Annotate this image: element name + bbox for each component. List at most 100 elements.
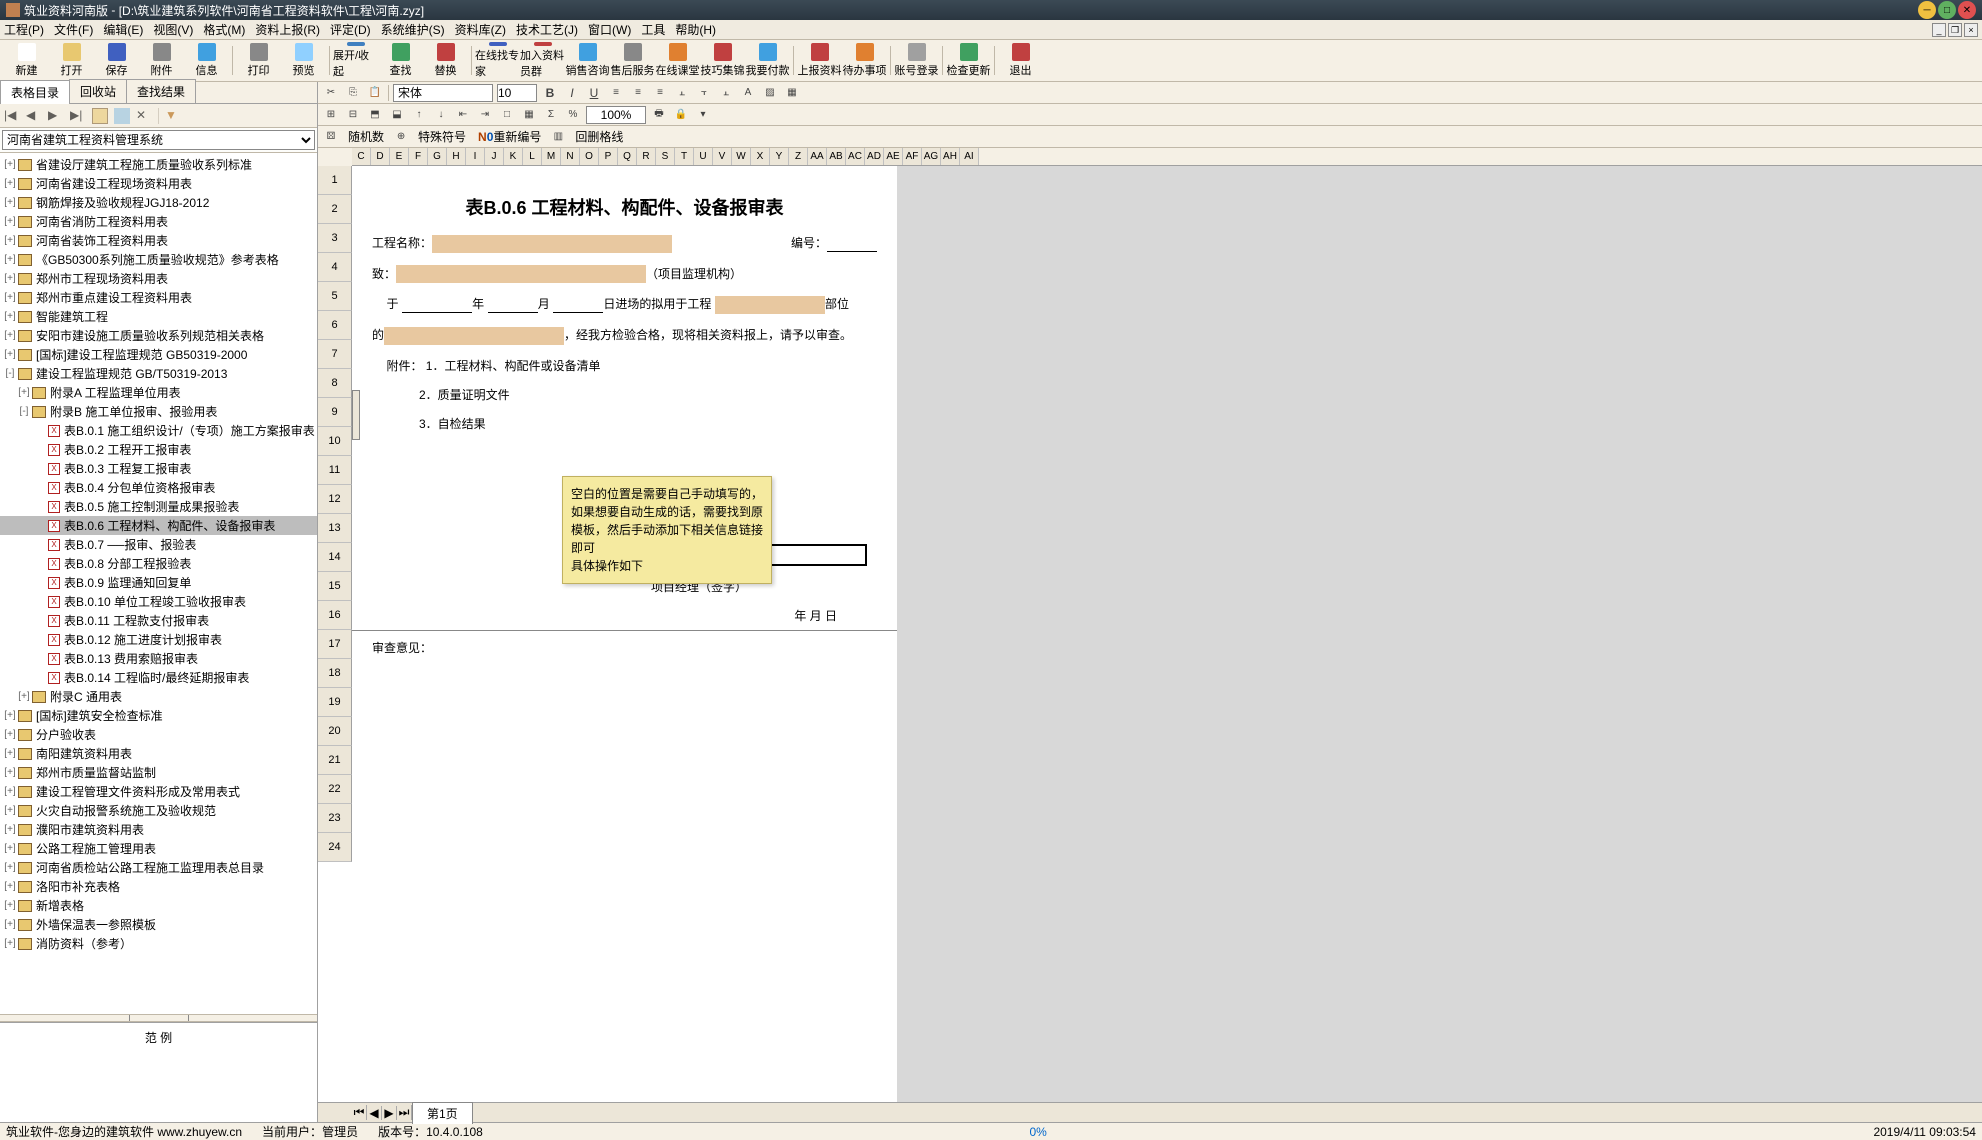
row-header[interactable]: 12 [318, 485, 352, 514]
tree-node[interactable]: [+]火灾自动报警系统施工及验收规范 [0, 801, 317, 820]
nav-first-icon[interactable]: |◀ [4, 108, 20, 124]
row-header[interactable]: 21 [318, 746, 352, 775]
col-header[interactable]: X [751, 148, 770, 165]
tree-twisty[interactable]: [+] [4, 862, 16, 873]
tree-node[interactable]: [+]河南省质检站公路工程施工监理用表总目录 [0, 858, 317, 877]
row-header[interactable]: 20 [318, 717, 352, 746]
col-header[interactable]: O [580, 148, 599, 165]
tree-twisty[interactable]: [+] [4, 729, 16, 740]
after-button[interactable]: 售后服务 [610, 42, 655, 79]
menu-item[interactable]: 技术工艺(J) [516, 23, 578, 37]
tree-node[interactable]: X表B.0.6 工程材料、构配件、设备报审表 [0, 516, 317, 535]
tree-node[interactable]: X表B.0.4 分包单位资格报审表 [0, 478, 317, 497]
maximize-button[interactable]: □ [1938, 1, 1956, 19]
random-button[interactable]: 随机数 [344, 128, 388, 145]
tree-node[interactable]: X表B.0.14 工程临时/最终延期报审表 [0, 668, 317, 687]
tree-node[interactable]: [+]安阳市建设施工质量验收系列规范相关表格 [0, 326, 317, 345]
expert-button[interactable]: 在线找专家 [475, 42, 520, 79]
copy-icon[interactable] [92, 108, 108, 124]
col-header[interactable]: U [694, 148, 713, 165]
tree-node[interactable]: [+]河南省装饰工程资料用表 [0, 231, 317, 250]
valign-mid-icon[interactable]: ⫟ [695, 84, 713, 102]
tree-twisty[interactable]: [+] [4, 178, 16, 189]
menu-item[interactable]: 资料库(Z) [455, 23, 506, 37]
renumber-button[interactable]: N0重新编号 [474, 128, 545, 145]
year-field[interactable] [402, 297, 472, 313]
tree-node[interactable]: [+]智能建筑工程 [0, 307, 317, 326]
col-header[interactable]: K [504, 148, 523, 165]
col-header[interactable]: H [447, 148, 466, 165]
print-icon[interactable]: 🖶 [650, 106, 668, 124]
collapse-handle[interactable] [352, 390, 360, 440]
tree-twisty[interactable]: [+] [4, 805, 16, 816]
tab-last[interactable]: ⏭ [397, 1105, 412, 1120]
row-header[interactable]: 6 [318, 311, 352, 340]
menu-item[interactable]: 视图(V) [153, 23, 193, 37]
row-header[interactable]: 15 [318, 572, 352, 601]
col-header[interactable]: AC [846, 148, 865, 165]
class-button[interactable]: 在线课堂 [655, 42, 700, 79]
number-field[interactable] [827, 236, 877, 252]
col-header[interactable]: AH [941, 148, 960, 165]
col-header[interactable]: Y [770, 148, 789, 165]
find-button[interactable]: 查找 [378, 42, 423, 79]
col-header[interactable]: AF [903, 148, 922, 165]
tree-node[interactable]: X表B.0.1 施工组织设计/（专项）施工方案报审表 [0, 421, 317, 440]
row-header[interactable]: 8 [318, 369, 352, 398]
tree-node[interactable]: [+]南阳建筑资料用表 [0, 744, 317, 763]
sheet-grid[interactable]: 123456789101112131415161718192021222324 … [318, 166, 1982, 1102]
side-tab[interactable]: 回收站 [69, 79, 127, 103]
col-header[interactable]: R [637, 148, 656, 165]
tree-node[interactable]: [+]洛阳市补充表格 [0, 877, 317, 896]
nav-prev-icon[interactable]: ◀ [26, 108, 42, 124]
menu-item[interactable]: 评定(D) [330, 23, 371, 37]
mdi-restore[interactable]: ❐ [1948, 23, 1962, 37]
tree-node[interactable]: X表B.0.12 施工进度计划报审表 [0, 630, 317, 649]
row-header[interactable]: 5 [318, 282, 352, 311]
tree-twisty[interactable]: [+] [4, 330, 16, 341]
col-header[interactable]: G [428, 148, 447, 165]
nav-next-icon[interactable]: ▶ [48, 108, 64, 124]
menu-item[interactable]: 文件(F) [54, 23, 93, 37]
tree-node[interactable]: [+]郑州市工程现场资料用表 [0, 269, 317, 288]
tree-node[interactable]: [+]省建设厅建筑工程施工质量验收系列标准 [0, 155, 317, 174]
col-header[interactable]: AI [960, 148, 979, 165]
tree-twisty[interactable]: [+] [4, 919, 16, 930]
row-header[interactable]: 4 [318, 253, 352, 282]
tree-twisty[interactable]: [+] [4, 843, 16, 854]
tree-node[interactable]: X表B.0.3 工程复工报审表 [0, 459, 317, 478]
col-header[interactable]: E [390, 148, 409, 165]
align-center-icon[interactable]: ≡ [629, 84, 647, 102]
page-tab-1[interactable]: 第1页 [412, 1102, 473, 1124]
col-header[interactable]: T [675, 148, 694, 165]
tree-node[interactable]: [+][国标]建筑安全检查标准 [0, 706, 317, 725]
font-size[interactable] [497, 84, 537, 102]
preview-button[interactable]: 预览 [281, 42, 326, 79]
tree-twisty[interactable]: [+] [4, 311, 16, 322]
valign-bot-icon[interactable]: ⫠ [717, 84, 735, 102]
col-header[interactable]: AD [865, 148, 884, 165]
row-header[interactable]: 7 [318, 340, 352, 369]
tree-node[interactable]: X表B.0.5 施工控制测量成果报验表 [0, 497, 317, 516]
col-header[interactable]: M [542, 148, 561, 165]
tree-node[interactable]: [-]建设工程监理规范 GB/T50319-2013 [0, 364, 317, 383]
tree-twisty[interactable]: [+] [4, 767, 16, 778]
tab-first[interactable]: ⏮ [352, 1105, 367, 1120]
tree-node[interactable]: X表B.0.10 单位工程竣工验收报审表 [0, 592, 317, 611]
row-header[interactable]: 3 [318, 224, 352, 253]
tab-next[interactable]: ▶ [382, 1106, 397, 1120]
delete-icon[interactable]: ✕ [136, 108, 152, 124]
outer-border-icon[interactable]: □ [498, 106, 516, 124]
del-row-icon[interactable]: ⊟ [344, 106, 362, 124]
col-header[interactable]: C [352, 148, 371, 165]
col-header[interactable]: V [713, 148, 732, 165]
tree-twisty[interactable]: [-] [18, 406, 30, 417]
col-header[interactable]: P [599, 148, 618, 165]
menu-item[interactable]: 系统维护(S) [381, 23, 445, 37]
save-button[interactable]: 保存 [94, 42, 139, 79]
nav-last-icon[interactable]: ▶| [70, 108, 86, 124]
sum-icon[interactable]: Σ [542, 106, 560, 124]
tree-node[interactable]: X表B.0.13 费用索赔报审表 [0, 649, 317, 668]
minimize-button[interactable]: ─ [1918, 1, 1936, 19]
col-header[interactable]: L [523, 148, 542, 165]
